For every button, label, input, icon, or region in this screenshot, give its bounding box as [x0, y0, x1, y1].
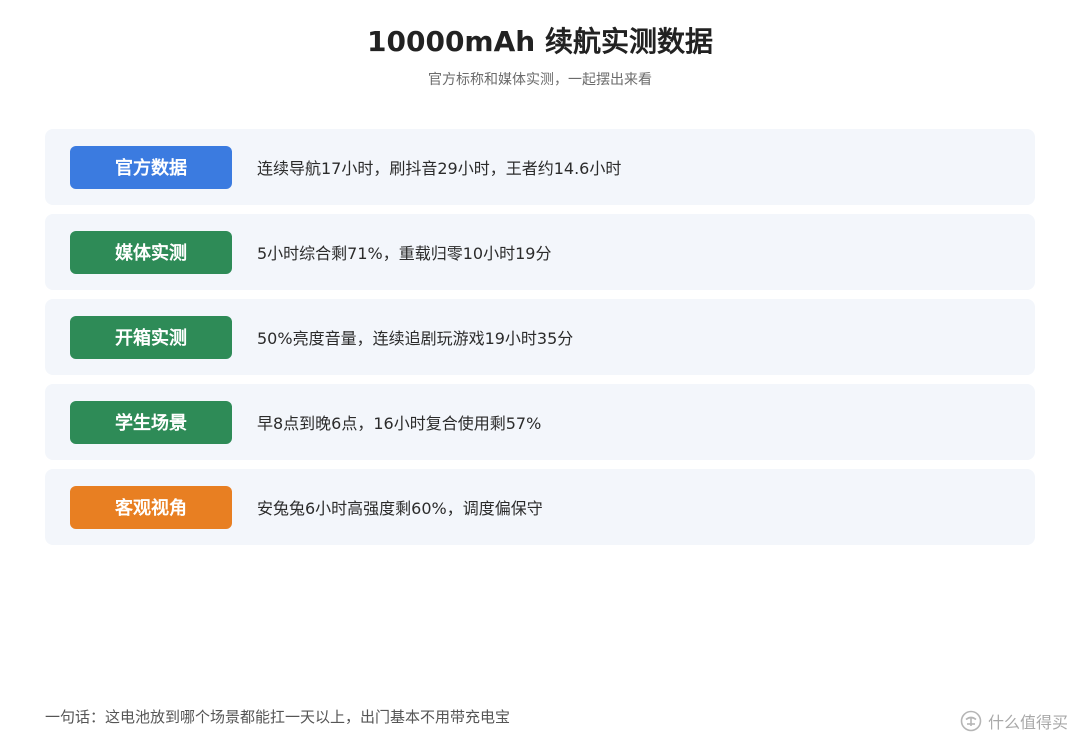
badge-media: 媒体实测	[70, 230, 232, 274]
badge-objective: 客观视角	[70, 485, 232, 529]
watermark-text: 什么值得买	[987, 713, 1068, 732]
summary-text: 一句话：这电池放到哪个场景都能扛一天以上，出门基本不用带充电宝	[45, 708, 511, 726]
badge-official: 官方数据	[70, 145, 232, 189]
row-text-unboxing: 50%亮度音量，连续追剧玩游戏19小时35分	[257, 329, 574, 348]
list-item-official: 官方数据 连续导航17小时，刷抖音29小时，王者约14.6小时	[45, 129, 1035, 205]
data-list: 官方数据 连续导航17小时，刷抖音29小时，王者约14.6小时 媒体实测 5小时…	[45, 129, 1035, 554]
list-item-student: 学生场景 早8点到晚6点，16小时复合使用剩57%	[45, 384, 1035, 460]
smzdm-logo-icon	[960, 710, 982, 732]
list-item-objective: 客观视角 安兔兔6小时高强度剩60%，调度偏保守	[45, 469, 1035, 545]
row-text-student: 早8点到晚6点，16小时复合使用剩57%	[257, 414, 542, 433]
list-item-unboxing: 开箱实测 50%亮度音量，连续追剧玩游戏19小时35分	[45, 299, 1035, 375]
watermark: 什么值得买	[960, 709, 1068, 733]
row-text-official: 连续导航17小时，刷抖音29小时，王者约14.6小时	[257, 159, 622, 178]
row-text-media: 5小时综合剩71%，重载归零10小时19分	[257, 244, 552, 263]
badge-student: 学生场景	[70, 400, 232, 444]
badge-unboxing: 开箱实测	[70, 315, 232, 359]
row-text-objective: 安兔兔6小时高强度剩60%，调度偏保守	[257, 499, 543, 518]
page-subtitle: 官方标称和媒体实测，一起摆出来看	[428, 72, 652, 88]
page-title: 10000mAh 续航实测数据	[367, 25, 713, 58]
list-item-media: 媒体实测 5小时综合剩71%，重载归零10小时19分	[45, 214, 1035, 290]
